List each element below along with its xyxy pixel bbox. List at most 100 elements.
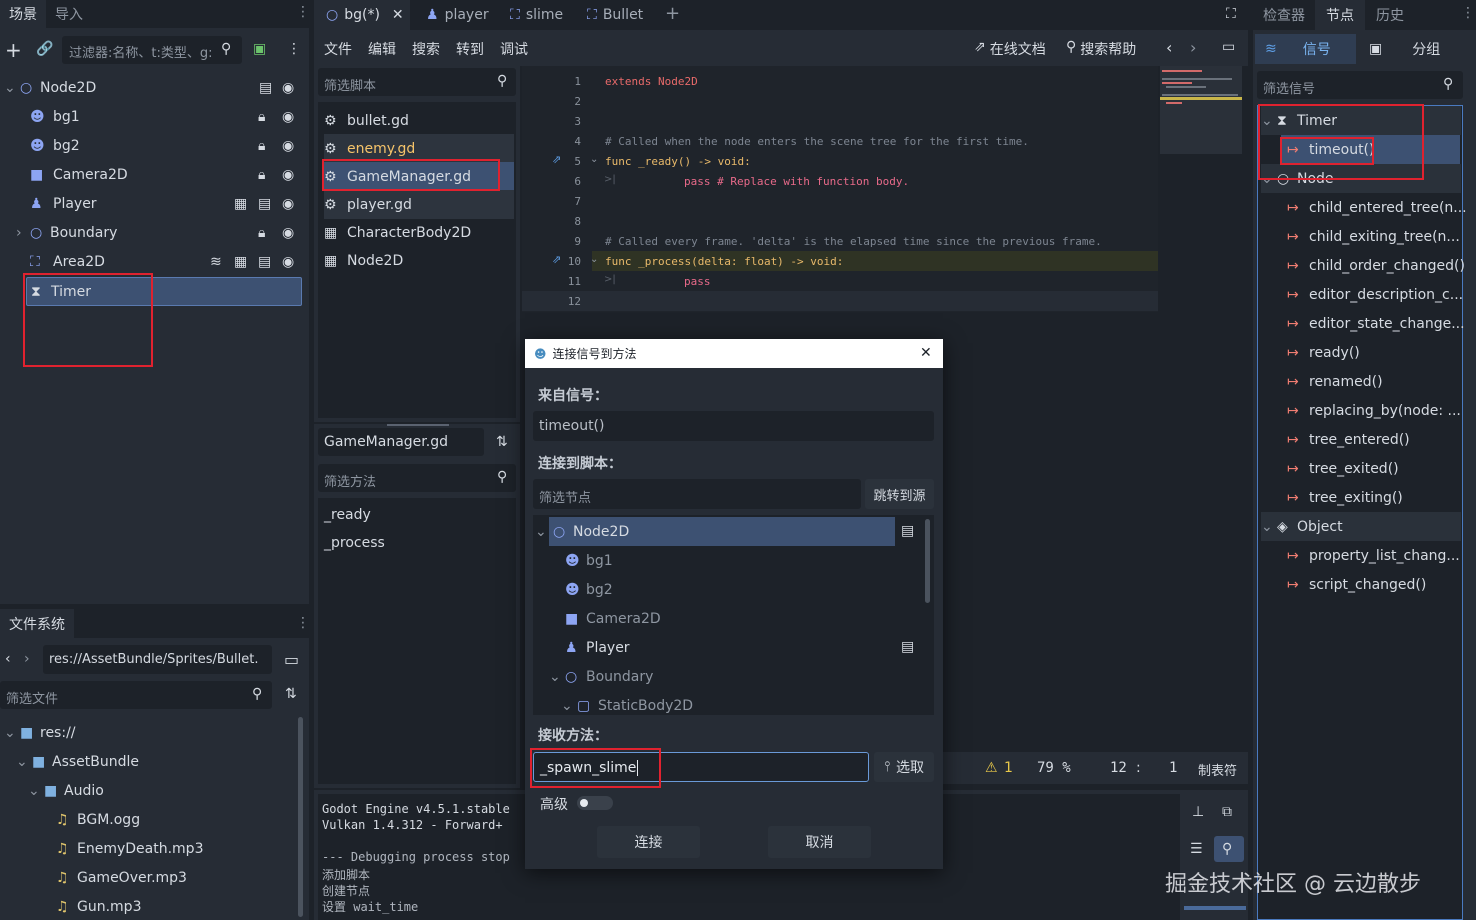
fold-icon[interactable]: ⌄ bbox=[590, 254, 598, 265]
pick-method-button[interactable]: ⫯ 选取 bbox=[874, 752, 934, 782]
tab-bg[interactable]: ○ bg(*) ✕ bbox=[314, 0, 410, 30]
fs-item[interactable]: ⌄ ■ Audio bbox=[28, 776, 104, 805]
dialog-tree-player[interactable]: ♟ Player bbox=[565, 633, 630, 662]
menu-edit[interactable]: 编辑 bbox=[368, 39, 396, 59]
tree-node-node2d[interactable]: ⌄ ○ Node2D ▤ ◉ bbox=[4, 73, 304, 102]
tree-node-boundary[interactable]: › ○ Boundary 🔒︎ ◉ bbox=[16, 218, 304, 247]
jump-to-source-button[interactable]: 跳转到源 bbox=[865, 479, 934, 509]
dialog-tree-bg2[interactable]: ☻ bg2 bbox=[565, 575, 613, 604]
file-filter-input[interactable]: 筛选文件 bbox=[0, 681, 272, 709]
collapse-icon[interactable]: ☰ bbox=[1190, 841, 1203, 857]
tree-node-area2d[interactable]: ⛶ Area2D ≋ ▦ ▤ ◉ bbox=[30, 247, 304, 276]
path-field[interactable]: res://AssetBundle/Sprites/Bullet. bbox=[43, 645, 272, 674]
filter-nodes-input[interactable]: 筛选节点 bbox=[533, 479, 861, 509]
warning-icon[interactable]: ⚠ bbox=[985, 760, 998, 776]
visibility-eye-icon[interactable]: ◉ bbox=[282, 254, 294, 270]
tree-node-player[interactable]: ♟ Player ▦ ▤ ◉ bbox=[30, 189, 304, 218]
zoom-level[interactable]: 79 % bbox=[1037, 760, 1071, 776]
script-icon[interactable]: ▤ bbox=[259, 80, 272, 96]
tab-node[interactable]: 节点 bbox=[1315, 0, 1365, 30]
tab-history[interactable]: 历史 bbox=[1365, 0, 1415, 30]
signal-item[interactable]: ↦ renamed() bbox=[1287, 367, 1383, 396]
dialog-tree-staticbody2d[interactable]: ⌄ ▢ StaticBody2D bbox=[561, 691, 693, 715]
fs-item[interactable]: ♫ EnemyDeath.mp3 bbox=[56, 834, 203, 863]
history-forward-icon[interactable]: › bbox=[1190, 38, 1196, 57]
signal-item[interactable]: ↦ tree_exited() bbox=[1287, 454, 1399, 483]
tab-filesystem[interactable]: 文件系统 bbox=[0, 609, 74, 638]
script-icon[interactable]: ▤ bbox=[258, 196, 271, 212]
back-icon[interactable]: ‹ bbox=[5, 651, 11, 667]
signal-item[interactable]: ↦ script_changed() bbox=[1287, 570, 1426, 599]
dock-menu-icon[interactable]: ⋮ bbox=[1461, 5, 1475, 21]
menu-goto[interactable]: 转到 bbox=[456, 39, 484, 59]
copy-icon[interactable]: ⧉ bbox=[1222, 804, 1232, 820]
subtab-signals[interactable]: ≋ 信号 bbox=[1255, 34, 1356, 64]
signal-item[interactable]: ↦ editor_state_change... bbox=[1287, 309, 1465, 338]
online-docs-button[interactable]: ⇗ 在线文档 bbox=[974, 39, 1046, 59]
script-item[interactable]: ▦ Node2D bbox=[324, 246, 514, 275]
signal-item[interactable]: ↦ editor_description_c... bbox=[1287, 280, 1463, 309]
visibility-eye-icon[interactable]: ◉ bbox=[282, 225, 294, 241]
link-icon[interactable]: 🔗 bbox=[36, 41, 53, 57]
cancel-button[interactable]: 取消 bbox=[768, 826, 871, 858]
search-icon[interactable]: ⚲ bbox=[1222, 841, 1232, 857]
clapperboard-icon[interactable]: ▦ bbox=[234, 196, 247, 212]
tab-inspector[interactable]: 检查器 bbox=[1253, 0, 1315, 30]
indent-mode[interactable]: 制表符 bbox=[1198, 760, 1237, 779]
visibility-eye-icon[interactable]: ◉ bbox=[282, 80, 294, 96]
tab-slime[interactable]: ⛶ slime bbox=[510, 0, 563, 30]
lock-icon[interactable]: 🔒︎ bbox=[258, 109, 265, 125]
fullscreen-icon[interactable]: ⛶ bbox=[1226, 6, 1236, 22]
menu-file[interactable]: 文件 bbox=[324, 39, 352, 59]
search-help-button[interactable]: ⚲ 搜索帮助 bbox=[1066, 39, 1136, 59]
signal-section-object[interactable]: ⌄ ◈ Object bbox=[1261, 512, 1461, 541]
signal-item[interactable]: ↦ tree_exiting() bbox=[1287, 483, 1403, 512]
dialog-tree-camera2d[interactable]: ■ Camera2D bbox=[565, 604, 661, 633]
lock-icon[interactable]: 🔒︎ bbox=[258, 138, 265, 154]
fs-item[interactable]: ⌄ ■ AssetBundle bbox=[16, 747, 139, 776]
visibility-eye-icon[interactable]: ◉ bbox=[282, 138, 294, 154]
forward-icon[interactable]: › bbox=[24, 651, 30, 667]
scene-filter-input[interactable]: 过滤器:名称、t:类型、g: bbox=[62, 36, 242, 64]
fold-icon[interactable]: ⌄ bbox=[590, 154, 598, 165]
subtab-groups[interactable]: ▣ 分组 bbox=[1359, 34, 1469, 64]
signal-item[interactable]: ↦ child_exiting_tree(n... bbox=[1287, 222, 1460, 251]
script-item[interactable]: ▦ CharacterBody2D bbox=[324, 218, 514, 247]
tab-bullet[interactable]: ⛶ Bullet bbox=[587, 0, 643, 30]
signal-item[interactable]: ↦ ready() bbox=[1287, 338, 1360, 367]
attach-script-icon[interactable]: ▣ bbox=[253, 41, 266, 57]
sort-icon[interactable]: ⇅ bbox=[496, 434, 508, 450]
add-node-icon[interactable]: + bbox=[5, 38, 22, 62]
visibility-eye-icon[interactable]: ◉ bbox=[282, 109, 294, 125]
clapperboard-icon[interactable]: ▦ bbox=[234, 254, 247, 270]
chevron-right-icon[interactable]: › bbox=[16, 225, 30, 241]
fs-item[interactable]: ⌄ ■ res:// bbox=[4, 718, 76, 747]
connect-button[interactable]: 连接 bbox=[597, 826, 700, 858]
tree-node-camera2d[interactable]: ■ Camera2D 🔒︎ ◉ bbox=[30, 160, 304, 189]
signal-item[interactable]: ↦ child_order_changed() bbox=[1287, 251, 1465, 280]
scrollbar[interactable] bbox=[925, 519, 930, 603]
script-filter-input[interactable]: 筛选脚本 bbox=[318, 68, 516, 96]
close-icon[interactable]: ✕ bbox=[392, 7, 404, 23]
window-icon[interactable]: ▭ bbox=[1222, 39, 1235, 55]
tab-import[interactable]: 导入 bbox=[46, 0, 92, 28]
signal-icon[interactable]: ≋ bbox=[210, 254, 222, 270]
signal-item[interactable]: ↦ property_list_chang... bbox=[1287, 541, 1460, 570]
signal-item[interactable]: ↦ tree_entered() bbox=[1287, 425, 1410, 454]
tab-player[interactable]: ♟ player bbox=[426, 0, 489, 30]
lock-icon[interactable]: 🔒︎ bbox=[258, 167, 265, 183]
dialog-tree-bg1[interactable]: ☻ bg1 bbox=[565, 546, 613, 575]
pin-icon[interactable]: ⊥ bbox=[1192, 804, 1204, 820]
sort-icon[interactable]: ⇅ bbox=[285, 686, 297, 702]
signal-item[interactable]: ↦ replacing_by(node: ... bbox=[1287, 396, 1461, 425]
method-filter-input[interactable]: 筛选方法 bbox=[318, 464, 516, 492]
lock-icon[interactable]: 🔒︎ bbox=[258, 225, 265, 241]
visibility-eye-icon[interactable]: ◉ bbox=[282, 167, 294, 183]
signal-filter-input[interactable]: 筛选信号 bbox=[1257, 71, 1463, 99]
dock-menu-icon[interactable]: ⋮ bbox=[296, 615, 310, 631]
script-icon[interactable]: ▤ bbox=[258, 254, 271, 270]
dialog-tree-node2d[interactable]: ⌄ ○ Node2D bbox=[535, 517, 895, 546]
advanced-toggle[interactable] bbox=[577, 796, 613, 810]
tab-scene[interactable]: 场景 bbox=[0, 0, 46, 28]
menu-debug[interactable]: 调试 bbox=[500, 39, 528, 59]
